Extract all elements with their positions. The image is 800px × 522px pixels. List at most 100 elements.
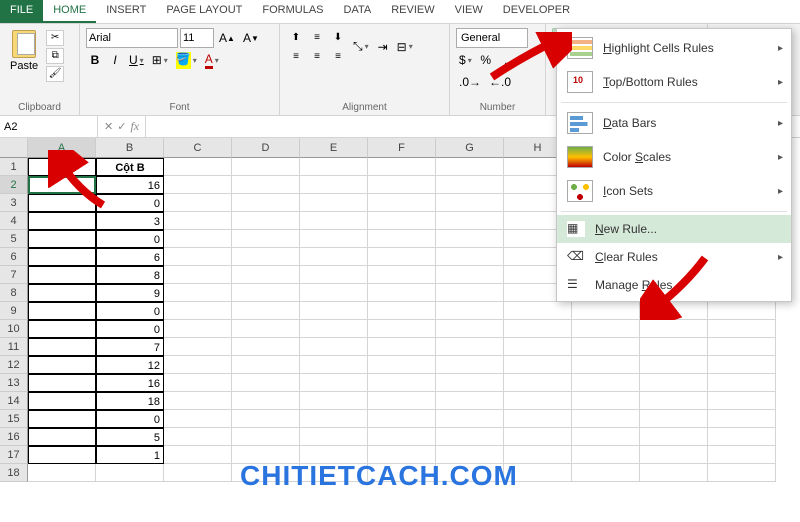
cell[interactable] xyxy=(164,248,232,266)
tab-view[interactable]: VIEW xyxy=(445,0,493,23)
cell[interactable] xyxy=(368,194,436,212)
cell[interactable] xyxy=(504,428,572,446)
cell[interactable] xyxy=(436,374,504,392)
cell-data[interactable]: 16 xyxy=(96,374,164,392)
decrease-decimal-button[interactable]: ←.0 xyxy=(486,72,514,92)
cell[interactable] xyxy=(300,464,368,482)
align-middle-button[interactable]: ≡ xyxy=(307,28,327,46)
cell[interactable] xyxy=(572,338,640,356)
cell-data[interactable] xyxy=(28,194,96,212)
tab-home[interactable]: HOME xyxy=(43,0,96,23)
cell[interactable] xyxy=(368,266,436,284)
row-header-3[interactable]: 3 xyxy=(0,194,28,212)
cell-data[interactable] xyxy=(28,338,96,356)
cell[interactable] xyxy=(300,176,368,194)
cf-top-bottom-rules[interactable]: Top/Bottom Rules▸ xyxy=(557,65,791,99)
fx-icon[interactable]: fx xyxy=(130,119,139,134)
cell[interactable] xyxy=(232,356,300,374)
row-header-7[interactable]: 7 xyxy=(0,266,28,284)
cell[interactable] xyxy=(572,302,640,320)
bold-button[interactable]: B xyxy=(86,50,104,70)
align-right-button[interactable]: ≡ xyxy=(328,47,348,65)
cell[interactable] xyxy=(708,392,776,410)
cell[interactable] xyxy=(300,194,368,212)
cell[interactable] xyxy=(640,320,708,338)
cell[interactable] xyxy=(708,374,776,392)
enter-formula-icon[interactable]: ✓ xyxy=(117,120,126,133)
cell[interactable] xyxy=(164,158,232,176)
align-left-button[interactable]: ≡ xyxy=(286,47,306,65)
cell-data[interactable]: 6 xyxy=(96,248,164,266)
cell[interactable] xyxy=(640,374,708,392)
cell[interactable] xyxy=(232,338,300,356)
cell-data[interactable] xyxy=(28,266,96,284)
cell[interactable] xyxy=(368,392,436,410)
cell[interactable] xyxy=(708,446,776,464)
cell[interactable] xyxy=(300,392,368,410)
cell[interactable] xyxy=(164,374,232,392)
cell[interactable] xyxy=(436,338,504,356)
cell[interactable] xyxy=(232,266,300,284)
cell[interactable] xyxy=(572,464,640,482)
cell-data[interactable] xyxy=(28,446,96,464)
decrease-font-button[interactable]: A▼ xyxy=(240,28,262,48)
format-painter-button[interactable]: 🖌 xyxy=(46,66,64,82)
cell[interactable] xyxy=(300,410,368,428)
cell[interactable] xyxy=(708,302,776,320)
column-header-D[interactable]: D xyxy=(232,138,300,158)
row-header-10[interactable]: 10 xyxy=(0,320,28,338)
cell[interactable] xyxy=(368,356,436,374)
cf-color-scales[interactable]: Color Scales▸ xyxy=(557,140,791,174)
copy-button[interactable]: ⧉ xyxy=(46,48,64,64)
cell[interactable] xyxy=(436,410,504,428)
cell-data[interactable]: 16 xyxy=(96,176,164,194)
cell-data[interactable]: 1 xyxy=(96,446,164,464)
cell[interactable] xyxy=(232,374,300,392)
cell[interactable] xyxy=(436,194,504,212)
font-name-select[interactable] xyxy=(86,28,178,48)
cell[interactable] xyxy=(164,446,232,464)
column-header-B[interactable]: B xyxy=(96,138,164,158)
currency-button[interactable]: $▾ xyxy=(456,50,475,70)
cell[interactable] xyxy=(436,248,504,266)
row-header-13[interactable]: 13 xyxy=(0,374,28,392)
cell[interactable] xyxy=(504,410,572,428)
cell[interactable] xyxy=(164,302,232,320)
cell[interactable] xyxy=(232,410,300,428)
cell[interactable] xyxy=(436,320,504,338)
cell[interactable] xyxy=(164,176,232,194)
cell[interactable] xyxy=(368,464,436,482)
cell[interactable] xyxy=(232,230,300,248)
cell[interactable] xyxy=(368,338,436,356)
cell[interactable] xyxy=(640,356,708,374)
row-header-16[interactable]: 16 xyxy=(0,428,28,446)
cell[interactable] xyxy=(708,338,776,356)
cf-icon-sets[interactable]: Icon Sets▸ xyxy=(557,174,791,208)
paste-button[interactable]: Paste xyxy=(6,28,42,82)
cell[interactable] xyxy=(436,284,504,302)
row-header-14[interactable]: 14 xyxy=(0,392,28,410)
cell-data[interactable] xyxy=(28,410,96,428)
cell[interactable] xyxy=(368,158,436,176)
row-header-2[interactable]: 2 xyxy=(0,176,28,194)
row-header-15[interactable]: 15 xyxy=(0,410,28,428)
italic-button[interactable]: I xyxy=(106,50,124,70)
cell-data[interactable] xyxy=(28,320,96,338)
cell-data[interactable] xyxy=(28,428,96,446)
cell-data[interactable] xyxy=(28,302,96,320)
cell[interactable] xyxy=(368,248,436,266)
row-header-1[interactable]: 1 xyxy=(0,158,28,176)
cell[interactable] xyxy=(300,212,368,230)
cell-data[interactable] xyxy=(28,374,96,392)
merge-button[interactable]: ⊟▾ xyxy=(394,37,416,57)
cell[interactable] xyxy=(96,464,164,482)
cell-data[interactable]: 18 xyxy=(96,392,164,410)
name-box[interactable]: A2 xyxy=(0,116,98,137)
orientation-button[interactable]: ⤡▾ xyxy=(350,37,372,57)
cell[interactable] xyxy=(368,410,436,428)
row-header-6[interactable]: 6 xyxy=(0,248,28,266)
cell[interactable] xyxy=(436,266,504,284)
cell[interactable] xyxy=(368,428,436,446)
tab-developer[interactable]: DEVELOPER xyxy=(493,0,580,23)
cell[interactable] xyxy=(436,158,504,176)
